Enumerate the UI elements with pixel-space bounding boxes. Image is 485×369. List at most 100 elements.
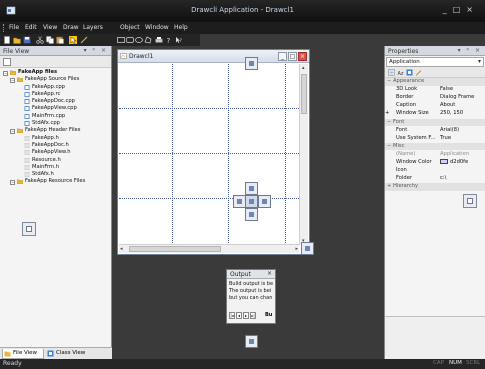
dock-position-guide-right[interactable] [463,194,477,208]
collapse-icon[interactable]: − [387,119,391,127]
property-value[interactable]: Arial(8) [440,127,485,135]
property-value[interactable]: True [440,135,485,143]
paste-icon[interactable] [56,36,64,44]
menu-help[interactable]: Help [174,24,188,31]
menu-draw[interactable]: Draw [63,24,79,31]
tree-collapse-toggle[interactable]: − [10,77,15,83]
document-maximize-button[interactable]: □ [288,52,297,61]
collapse-icon[interactable]: − [387,78,391,86]
scroll-right-icon[interactable]: ▸ [295,246,298,252]
tree-collapse-toggle[interactable]: − [10,128,15,134]
property-category[interactable]: − Misc [385,142,485,151]
dock-guide-bottom[interactable] [245,335,258,348]
property-row[interactable]: + Window Size 250, 150 [385,110,485,118]
tree-item[interactable]: MainFrm.cpp [0,113,111,120]
property-value[interactable]: 250, 150 [440,110,485,118]
menu-layers[interactable]: Layers [83,24,103,31]
dock-position-guide-left[interactable] [22,222,36,236]
tree-item[interactable]: FakeAppDoc.h [0,142,111,149]
property-category[interactable]: − Font [385,118,485,127]
next-tab-button[interactable]: ▸ [243,312,249,319]
vertical-scroll-thumb[interactable] [301,74,307,114]
line-icon[interactable] [80,36,88,44]
property-row[interactable]: Folder c:\ [385,175,485,183]
property-value[interactable]: False [440,86,485,94]
menu-view[interactable]: View [43,24,57,31]
property-value[interactable]: d2d0fe [440,159,485,167]
document-titlebar[interactable]: Drawcl1 _ □ × [118,50,309,63]
expand-icon[interactable]: + [387,183,391,191]
tree-item[interactable]: − FakeApp Header Files [0,127,111,134]
settings-pen-icon[interactable] [415,69,422,76]
tree-item[interactable]: − FakeApp Resource Files [0,178,111,185]
document-vertical-scrollbar[interactable]: ▴ ▾ [299,64,308,245]
document-close-button[interactable]: × [298,52,307,61]
rectangle-icon[interactable] [117,36,125,44]
close-button[interactable]: × [466,5,479,14]
help-pointer-icon[interactable]: ? [175,36,183,44]
tree-item[interactable]: MainFrm.h [0,164,111,171]
file-view-pane-controls[interactable]: ▾ ᵖ × [84,47,108,54]
property-row[interactable]: Icon [385,167,485,175]
properties-object-combo[interactable]: Application ▾ [386,57,484,67]
ellipse-icon[interactable] [135,36,143,44]
property-row[interactable]: Use System F... True [385,135,485,143]
tree-collapse-toggle[interactable]: − [3,70,8,76]
dock-guide-center-top[interactable] [245,182,258,195]
properties-pane-controls[interactable]: ▾ ᵖ × [458,47,482,54]
property-row[interactable]: Caption About [385,102,485,110]
property-row[interactable]: 3D Look False [385,86,485,94]
dock-guide-center-right[interactable] [258,195,271,208]
property-row[interactable]: Border Dialog Frame [385,94,485,102]
save-icon[interactable] [23,36,31,44]
menu-object[interactable]: Object [120,24,140,31]
tree-item[interactable]: FakeApp.rc [0,91,111,98]
tree-item[interactable]: StdAfx.cpp [0,120,111,127]
output-build-tab[interactable]: Bu [265,312,272,318]
dock-guide-center[interactable] [245,195,258,208]
menubar-grip[interactable] [3,24,5,32]
cut-icon[interactable] [36,36,44,44]
property-value[interactable]: Dialog Frame [440,94,485,102]
tree-item[interactable]: − FakeApp files [0,69,111,76]
tree-item[interactable]: FakeApp.cpp [0,84,111,91]
tree-item[interactable]: Resource.h [0,157,111,164]
categorized-icon[interactable] [388,69,395,76]
dock-guide-center-bottom[interactable] [245,208,258,221]
new-icon[interactable] [3,36,11,44]
select-icon[interactable] [69,36,77,44]
tree-item[interactable]: FakeAppView.cpp [0,105,111,112]
expand-icon[interactable]: + [385,110,389,116]
property-row[interactable]: (Name) Application [385,151,485,159]
file-view-properties-button[interactable] [3,58,11,66]
tree-item[interactable]: − FakeApp Source Files [0,76,111,83]
menu-window[interactable]: Window [145,24,169,31]
tree-collapse-toggle[interactable]: − [10,179,15,185]
print-icon[interactable] [155,36,163,44]
last-tab-button[interactable]: ▸| [250,312,256,319]
chevron-down-icon[interactable]: ▾ [478,58,481,65]
polygon-icon[interactable] [144,36,152,44]
tree-item[interactable]: StdAfx.h [0,171,111,178]
drawing-canvas[interactable] [119,64,299,245]
maximize-button[interactable]: □ [453,5,467,14]
scroll-left-icon[interactable]: ◂ [120,246,123,252]
property-row[interactable]: Font Arial(8) [385,127,485,135]
property-value[interactable]: c:\ [440,175,485,183]
menu-edit[interactable]: Edit [25,24,37,31]
alphabetical-icon[interactable]: Az [397,69,404,76]
round-rect-icon[interactable] [126,36,134,44]
document-horizontal-scrollbar[interactable]: ◂ ▸ [119,244,299,253]
document-minimize-button[interactable]: _ [278,52,287,61]
first-tab-button[interactable]: |◂ [229,312,235,319]
output-titlebar[interactable]: Output × [227,270,275,279]
tab-class-view[interactable]: Class View [46,349,96,359]
property-category[interactable]: − Appearance [385,78,485,86]
tree-item[interactable]: FakeAppDoc.cpp [0,98,111,105]
menu-file[interactable]: File [9,24,19,31]
scroll-up-icon[interactable]: ▴ [302,65,305,71]
prev-tab-button[interactable]: ◂ [236,312,242,319]
property-pages-icon[interactable] [406,69,413,76]
dock-guide-top[interactable] [245,57,258,70]
property-value[interactable]: Application [440,151,485,159]
